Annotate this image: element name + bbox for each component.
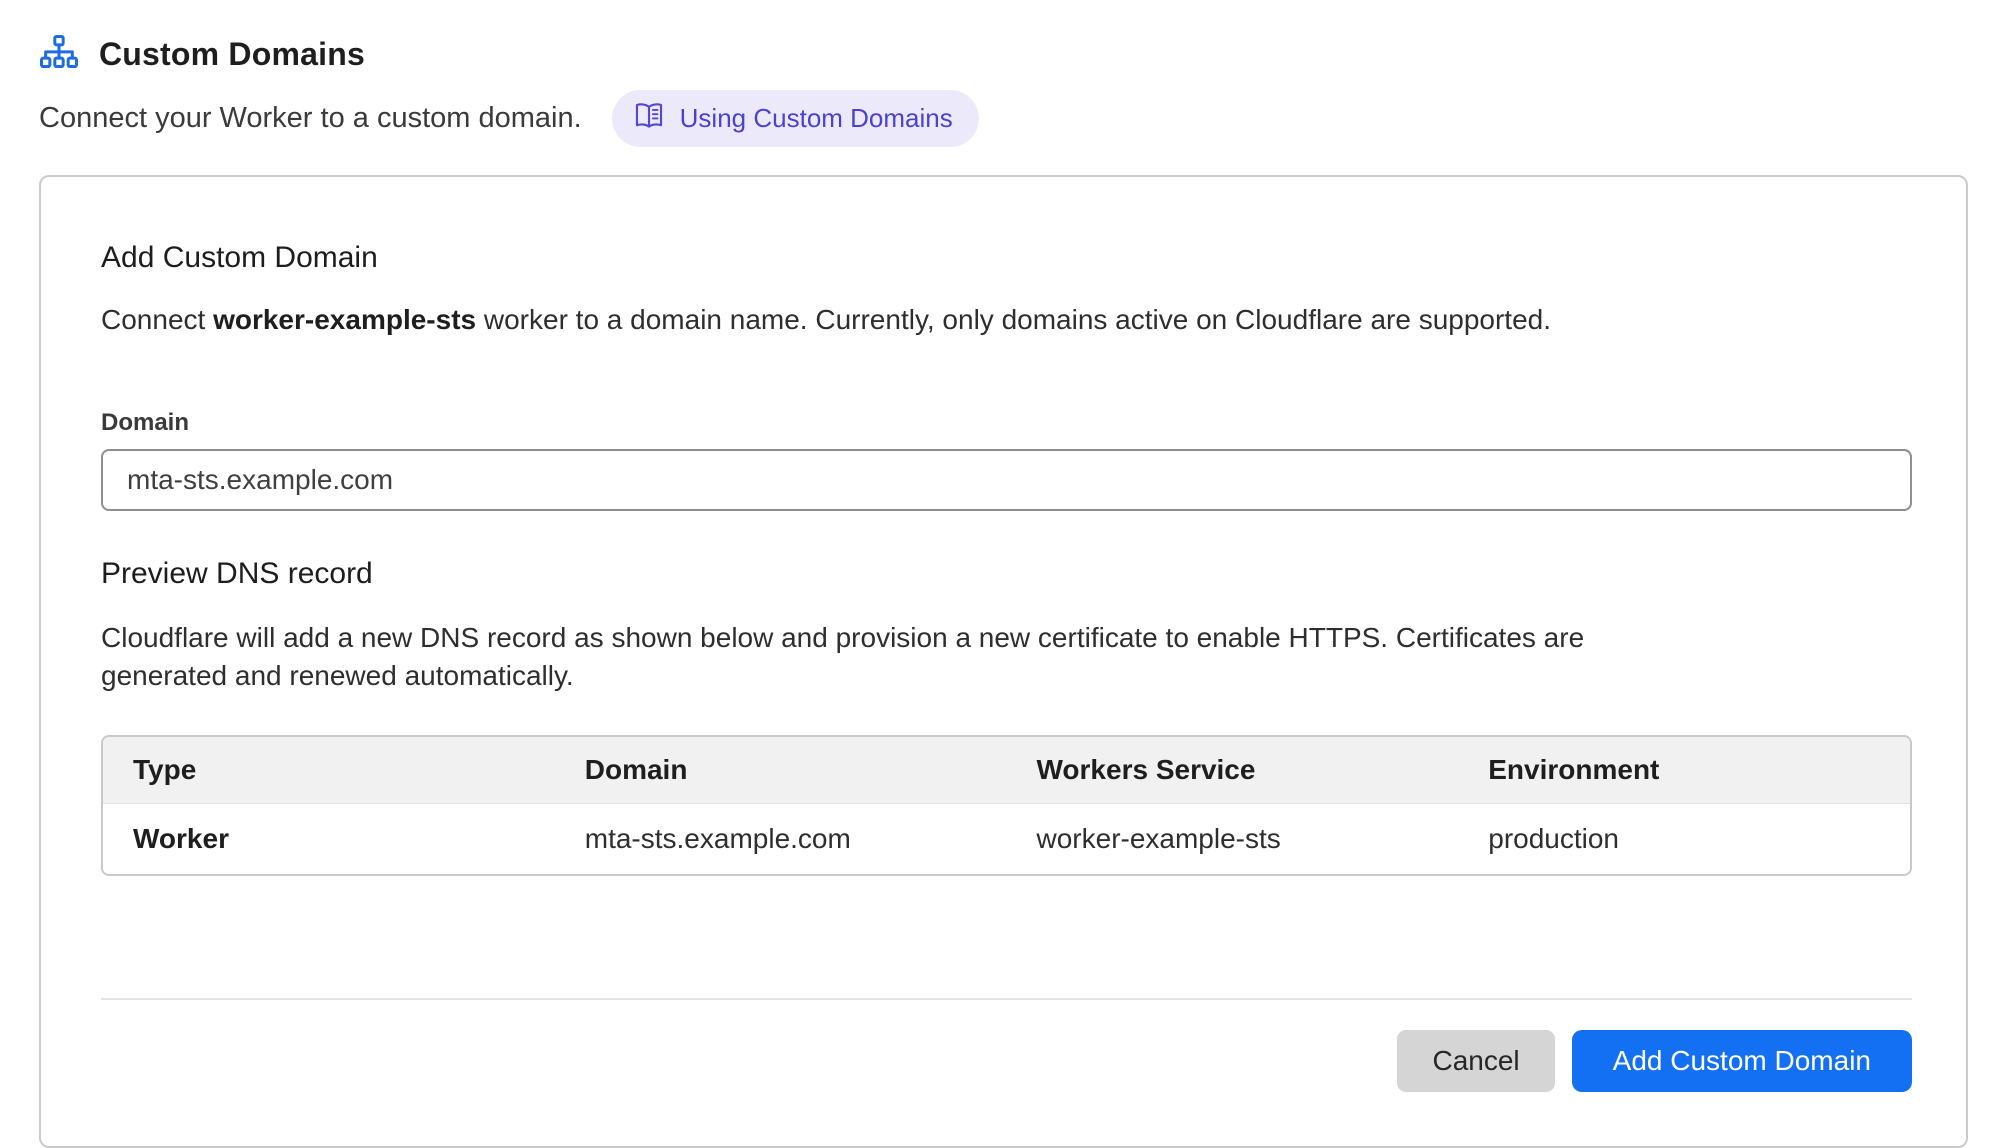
page-header: Custom Domains	[39, 34, 1968, 74]
add-custom-domain-card: Add Custom Domain Connect worker-example…	[39, 175, 1968, 1148]
sitemap-icon	[39, 34, 79, 74]
worker-name: worker-example-sts	[213, 304, 476, 335]
cell-type: Worker	[103, 804, 555, 874]
page-title: Custom Domains	[99, 36, 365, 73]
footer-divider	[101, 998, 1912, 1000]
cell-workers-service: worker-example-sts	[1007, 804, 1459, 874]
cell-domain: mta-sts.example.com	[555, 804, 1007, 874]
column-header-workers-service: Workers Service	[1007, 737, 1459, 804]
intro-suffix: worker to a domain name. Currently, only…	[476, 304, 1551, 335]
column-header-type: Type	[103, 737, 555, 804]
card-intro-text: Connect worker-example-sts worker to a d…	[101, 301, 1908, 339]
preview-dns-description: Cloudflare will add a new DNS record as …	[101, 619, 1661, 695]
page-subtitle-row: Connect your Worker to a custom domain. …	[39, 90, 1968, 147]
open-book-icon	[632, 99, 666, 138]
intro-prefix: Connect	[101, 304, 213, 335]
card-heading: Add Custom Domain	[101, 241, 1908, 275]
page-subtitle: Connect your Worker to a custom domain.	[39, 102, 582, 135]
column-header-environment: Environment	[1458, 737, 1910, 804]
domain-field-label: Domain	[101, 409, 1908, 437]
docs-link-badge[interactable]: Using Custom Domains	[612, 90, 979, 147]
table-row: Worker mta-sts.example.com worker-exampl…	[103, 804, 1910, 874]
preview-dns-heading: Preview DNS record	[101, 557, 1908, 591]
dns-preview-table: Type Domain Workers Service Environment …	[101, 735, 1912, 876]
domain-input[interactable]	[101, 449, 1912, 511]
cancel-button[interactable]: Cancel	[1397, 1030, 1554, 1092]
cell-environment: production	[1458, 804, 1910, 874]
column-header-domain: Domain	[555, 737, 1007, 804]
table-header-row: Type Domain Workers Service Environment	[103, 737, 1910, 804]
footer-actions: Cancel Add Custom Domain	[101, 1030, 1912, 1092]
add-custom-domain-button[interactable]: Add Custom Domain	[1572, 1030, 1912, 1092]
docs-link-label: Using Custom Domains	[680, 103, 953, 134]
custom-domains-page: Custom Domains Connect your Worker to a …	[0, 0, 1999, 1148]
